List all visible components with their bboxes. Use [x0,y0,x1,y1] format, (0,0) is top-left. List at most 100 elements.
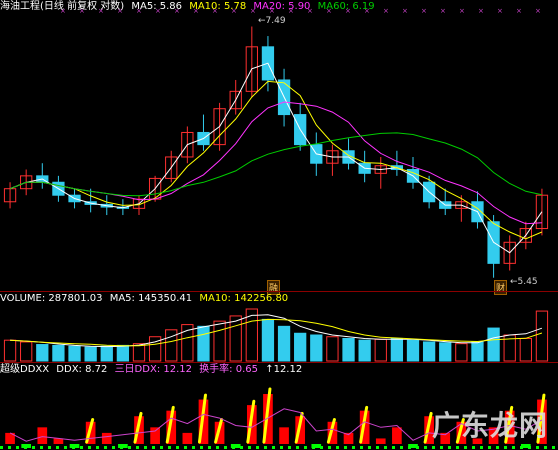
ddx-base-tick [168,446,171,449]
volume-ma10-line [10,318,543,347]
event-mark: × [421,7,427,15]
volume-bar [36,344,49,362]
ddx-base-tick [64,446,67,449]
ddx-bar [37,427,48,444]
ddx-base-tick [472,446,475,449]
ddx-base-tick [200,446,203,449]
volume-panel[interactable] [0,303,558,363]
ddx-base-tick [104,446,107,449]
ddx-base-tick [240,446,243,449]
volume-bar [213,320,226,362]
ma60-value: MA60: 6.19 [317,1,375,12]
volume-bar [487,327,500,362]
volume-bar [229,315,242,362]
ddx-base-tick [256,446,259,449]
ddx-bar [392,427,402,444]
low-price-label: ←5.45 [510,277,538,287]
volume-bar [197,325,210,362]
volume-bar [68,345,81,362]
ma20-value: MA20: 5.90 [253,1,311,12]
volume-bar [471,341,484,362]
ddx-base-tick [136,446,139,449]
ddx-base-tick [232,446,235,449]
ddx-base-tick [16,446,19,449]
ddx-base-tick [384,446,387,449]
separator-2 [0,362,558,363]
ddx-base-tick [448,446,451,449]
ma5-value: MA5: 5.86 [131,1,183,12]
stock-chart-window: × × × × × × × × × × × × × × × × × × × × × × × × × × 海油工程(日线 前复权 对… [0,0,558,450]
ddx-base-tick [376,446,379,449]
ddx-base-tick [368,446,371,449]
ddx-base-tick [56,446,59,449]
main-indicator-header: 海油工程(日线 前复权 对数) MA5: 5.86 MA10: 5.78 MA2… [0,1,379,13]
ddx-base-tick [352,446,355,449]
ddx-base-tick [160,446,163,449]
ddx-base-tick [280,446,283,449]
ddx-base-tick [440,446,443,449]
ddx-base-tick [128,446,131,449]
ddx-base-tick [464,446,467,449]
separator-1 [0,291,558,292]
volume-bar [132,343,146,362]
ddx-base-tick [504,446,507,449]
ddx-base-tick [360,446,363,449]
volume-bar [406,339,420,362]
ddx-base-tick [224,446,227,449]
ddx-base-tick [328,446,331,449]
event-mark: × [497,7,503,15]
ddx-base-tick [192,446,195,449]
ddx-base-tick [528,446,531,449]
site-watermark: 广东龙网 [431,409,548,442]
ddx-bar [182,432,193,444]
ddx-base-tick [416,446,419,449]
event-mark: × [478,7,484,15]
stock-title: 海油工程(日线 前复权 对数) [0,1,125,12]
high-price-label: ←7.49 [258,16,286,26]
ddx-base-tick [544,446,547,449]
ddx-base-tick [272,446,275,449]
ddx-base-tick [480,446,483,449]
ddx-base-tick [216,446,219,449]
ddx-base-tick [336,446,339,449]
ddx-base-tick [208,446,211,449]
ddx-base-tick [520,446,523,449]
volume-bar [261,318,275,362]
ddx-base-tick [536,446,539,449]
event-mark: × [383,7,389,15]
volume-bar [422,341,436,362]
ddx-base-tick [0,446,3,449]
volume-bar [390,337,404,362]
finance-marker[interactable]: 财 [494,280,508,295]
ddx-bar [101,432,112,444]
ddx-base-tick [80,446,83,449]
ddx-base-tick [152,446,155,449]
ddx-base-tick [32,446,35,449]
ddx-base-tick [496,446,499,449]
volume-bar [439,342,452,362]
ddx-base-tick [392,446,395,449]
volume-bar [326,336,339,362]
volume-bar [100,345,113,362]
volume-bar [519,337,532,362]
ddx-base-tick [120,446,123,449]
volume-bar [374,338,387,362]
volume-bar [342,337,355,362]
event-mark: × [459,7,465,15]
volume-bar [294,332,307,362]
volume-bar [165,329,178,362]
ma10-value: MA10: 5.78 [189,1,247,12]
ddx-bar [375,438,386,444]
event-mark: × [535,7,541,15]
ddx-base-tick [488,446,491,449]
ddx-base-tick [304,446,307,449]
ddx-base-tick [320,446,323,449]
price-panel[interactable]: × × × × × × × × × × × × × × × × × × × × × × × × × × [0,0,558,290]
volume-bar [358,339,371,362]
ddx-base-tick [8,446,11,449]
ddx-base-tick [432,446,435,449]
ddx-base-tick [144,446,147,449]
ddx-base-tick [24,446,27,449]
volume-bar [455,343,468,362]
ddx-base-tick [344,446,347,449]
